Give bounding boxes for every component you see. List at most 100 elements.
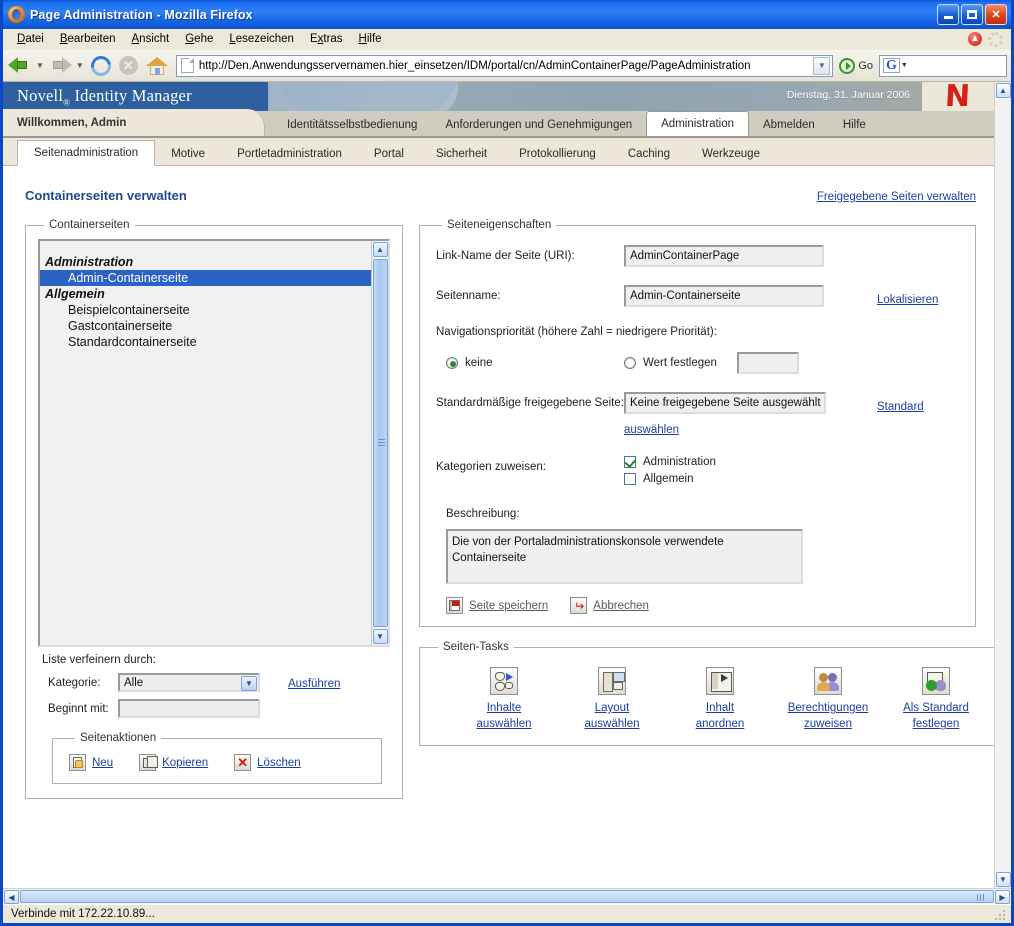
task-select-layout[interactable]: Layoutauswählen — [558, 667, 666, 733]
page-scroll-down-icon[interactable]: ▼ — [996, 872, 1011, 887]
execute-link[interactable]: Ausführen — [288, 678, 340, 690]
tab-protokollierung[interactable]: Protokollierung — [503, 143, 612, 165]
welcome-label: Willkommen, Admin — [3, 109, 265, 136]
search-engine-dropdown-icon[interactable]: ▼ — [901, 62, 908, 69]
tab-sicherheit[interactable]: Sicherheit — [420, 143, 503, 165]
task-arrange-content[interactable]: Inhaltanordnen — [666, 667, 774, 733]
category-chevron-down-icon[interactable]: ▼ — [241, 676, 257, 691]
list-scroll-down-icon[interactable]: ▼ — [373, 629, 388, 644]
tab-portal[interactable]: Portal — [358, 143, 420, 165]
list-vertical-scrollbar[interactable]: ▲ ▼ — [371, 241, 388, 645]
priority-none-option[interactable]: keine — [436, 357, 624, 369]
uri-input[interactable]: AdminContainerPage — [624, 245, 824, 267]
reload-icon[interactable] — [87, 52, 115, 80]
list-scroll-thumb[interactable] — [373, 259, 388, 627]
back-dropdown-icon[interactable]: ▼ — [36, 61, 44, 70]
tab-caching[interactable]: Caching — [612, 143, 686, 165]
url-text[interactable]: http://Den.Anwendungsservernamen.hier_ei… — [199, 60, 813, 72]
page-properties-legend: Seiteneigenschaften — [442, 219, 556, 231]
delete-page-button[interactable]: ✕ Löschen — [234, 754, 300, 771]
close-button[interactable]: ✕ — [985, 4, 1007, 25]
tab-motive[interactable]: Motive — [155, 143, 221, 165]
default-shared-select-link[interactable]: auswählen — [624, 424, 679, 436]
task-assign-permissions[interactable]: Berechtigungenzuweisen — [774, 667, 882, 733]
new-page-label[interactable]: Neu — [92, 757, 113, 769]
tab-administration[interactable]: Administration — [646, 111, 749, 136]
new-page-button[interactable]: Neu — [69, 754, 113, 771]
priority-none-radio[interactable] — [446, 357, 458, 369]
delete-page-label[interactable]: Löschen — [257, 757, 300, 769]
go-button[interactable]: Go — [839, 58, 873, 74]
save-page-button[interactable]: Seite speichern — [446, 597, 548, 614]
localize-link[interactable]: Lokalisieren — [877, 294, 938, 306]
maximize-button[interactable] — [961, 4, 983, 25]
page-vertical-scrollbar[interactable]: ▲ ▼ — [994, 82, 1011, 888]
list-scroll-up-icon[interactable]: ▲ — [373, 242, 388, 257]
resize-grip-icon[interactable] — [994, 907, 1009, 922]
priority-value-input[interactable] — [737, 352, 799, 374]
list-item-gastcontainerseite[interactable]: Gastcontainerseite — [40, 318, 371, 334]
list-item-standardcontainerseite[interactable]: Standardcontainerseite — [40, 334, 371, 350]
menu-ansicht[interactable]: Ansicht — [124, 31, 178, 47]
tab-identitaetsselbstbedienung[interactable]: Identitätsselbstbedienung — [273, 114, 431, 136]
localize-cell: Lokalisieren — [849, 285, 959, 308]
page-name-input[interactable]: Admin-Containerseite — [624, 285, 824, 307]
url-dropdown-icon[interactable]: ▼ — [813, 57, 830, 75]
forward-dropdown-icon[interactable]: ▼ — [76, 61, 84, 70]
page-hscroll-track[interactable] — [20, 890, 994, 903]
tab-anforderungen-genehmigungen[interactable]: Anforderungen und Genehmigungen — [431, 114, 646, 136]
menu-extras[interactable]: Extras — [302, 31, 351, 47]
save-page-label[interactable]: Seite speichern — [469, 600, 548, 612]
category-allgemein-checkbox[interactable] — [624, 473, 636, 485]
category-select[interactable]: Alle ▼ — [118, 673, 260, 692]
priority-set-radio[interactable] — [624, 357, 636, 369]
copy-page-button[interactable]: Kopieren — [139, 754, 208, 771]
task-set-as-default[interactable]: Als Standardfestlegen — [882, 667, 990, 733]
warning-icon[interactable] — [968, 32, 982, 46]
select-layout-icon — [598, 667, 626, 695]
menu-gehe[interactable]: Gehe — [177, 31, 221, 47]
cancel-label[interactable]: Abbrechen — [593, 600, 649, 612]
home-icon[interactable] — [146, 56, 168, 76]
list-scroll-track[interactable] — [373, 259, 388, 627]
page-scroll-right-icon[interactable]: ▶ — [995, 890, 1010, 904]
page-horizontal-scrollbar[interactable]: ◀ ▶ — [3, 888, 1011, 904]
menu-hilfe[interactable]: Hilfe — [351, 31, 390, 47]
task-select-content-label: Inhalteauswählen — [477, 700, 532, 733]
manage-shared-pages-link[interactable]: Freigegebene Seiten verwalten — [817, 191, 976, 203]
category-administration-row[interactable]: Administration — [624, 456, 849, 468]
cancel-button[interactable]: ↵ Abbrechen — [570, 597, 649, 614]
container-pages-listbox[interactable]: Administration Admin-Containerseite Allg… — [38, 239, 390, 647]
tab-abmelden[interactable]: Abmelden — [749, 114, 829, 136]
list-item-beispielcontainerseite[interactable]: Beispielcontainerseite — [40, 302, 371, 318]
minimize-button[interactable] — [937, 4, 959, 25]
task-select-content[interactable]: Inhalteauswählen — [450, 667, 558, 733]
menu-bearbeiten[interactable]: Bearbeiten — [52, 31, 124, 47]
menu-datei[interactable]: Datei — [9, 31, 52, 47]
tab-portletadministration[interactable]: Portletadministration — [221, 143, 358, 165]
copy-page-label[interactable]: Kopieren — [162, 757, 208, 769]
forward-button[interactable] — [47, 55, 73, 77]
page-scroll-track[interactable] — [996, 99, 1011, 871]
category-allgemein-row[interactable]: Allgemein — [624, 473, 849, 485]
menu-lesezeichen[interactable]: Lesezeichen — [221, 31, 302, 47]
tab-seitenadministration[interactable]: Seitenadministration — [17, 140, 155, 166]
back-button[interactable] — [7, 55, 33, 77]
priority-set-option[interactable]: Wert festlegen — [624, 357, 717, 369]
stop-icon[interactable]: ✕ — [119, 56, 138, 75]
starts-with-input[interactable] — [118, 699, 260, 718]
default-shared-input[interactable]: Keine freigegebene Seite ausgewählt — [624, 392, 826, 414]
default-link[interactable]: Standard — [877, 401, 924, 413]
url-bar[interactable]: http://Den.Anwendungsservernamen.hier_ei… — [176, 55, 833, 77]
page-hscroll-thumb[interactable] — [20, 890, 994, 903]
tab-werkzeuge[interactable]: Werkzeuge — [686, 143, 776, 165]
arrange-content-icon — [706, 667, 734, 695]
search-input[interactable]: G ▼ — [879, 55, 1007, 77]
list-item-admin-containerseite[interactable]: Admin-Containerseite — [40, 270, 371, 286]
page-scroll-up-icon[interactable]: ▲ — [996, 83, 1011, 98]
tab-hilfe[interactable]: Hilfe — [829, 114, 880, 136]
google-icon[interactable]: G — [883, 58, 900, 73]
description-textarea[interactable]: Die von der Portaladministrationskonsole… — [446, 529, 803, 584]
page-scroll-left-icon[interactable]: ◀ — [4, 890, 19, 904]
category-administration-checkbox[interactable] — [624, 456, 636, 468]
